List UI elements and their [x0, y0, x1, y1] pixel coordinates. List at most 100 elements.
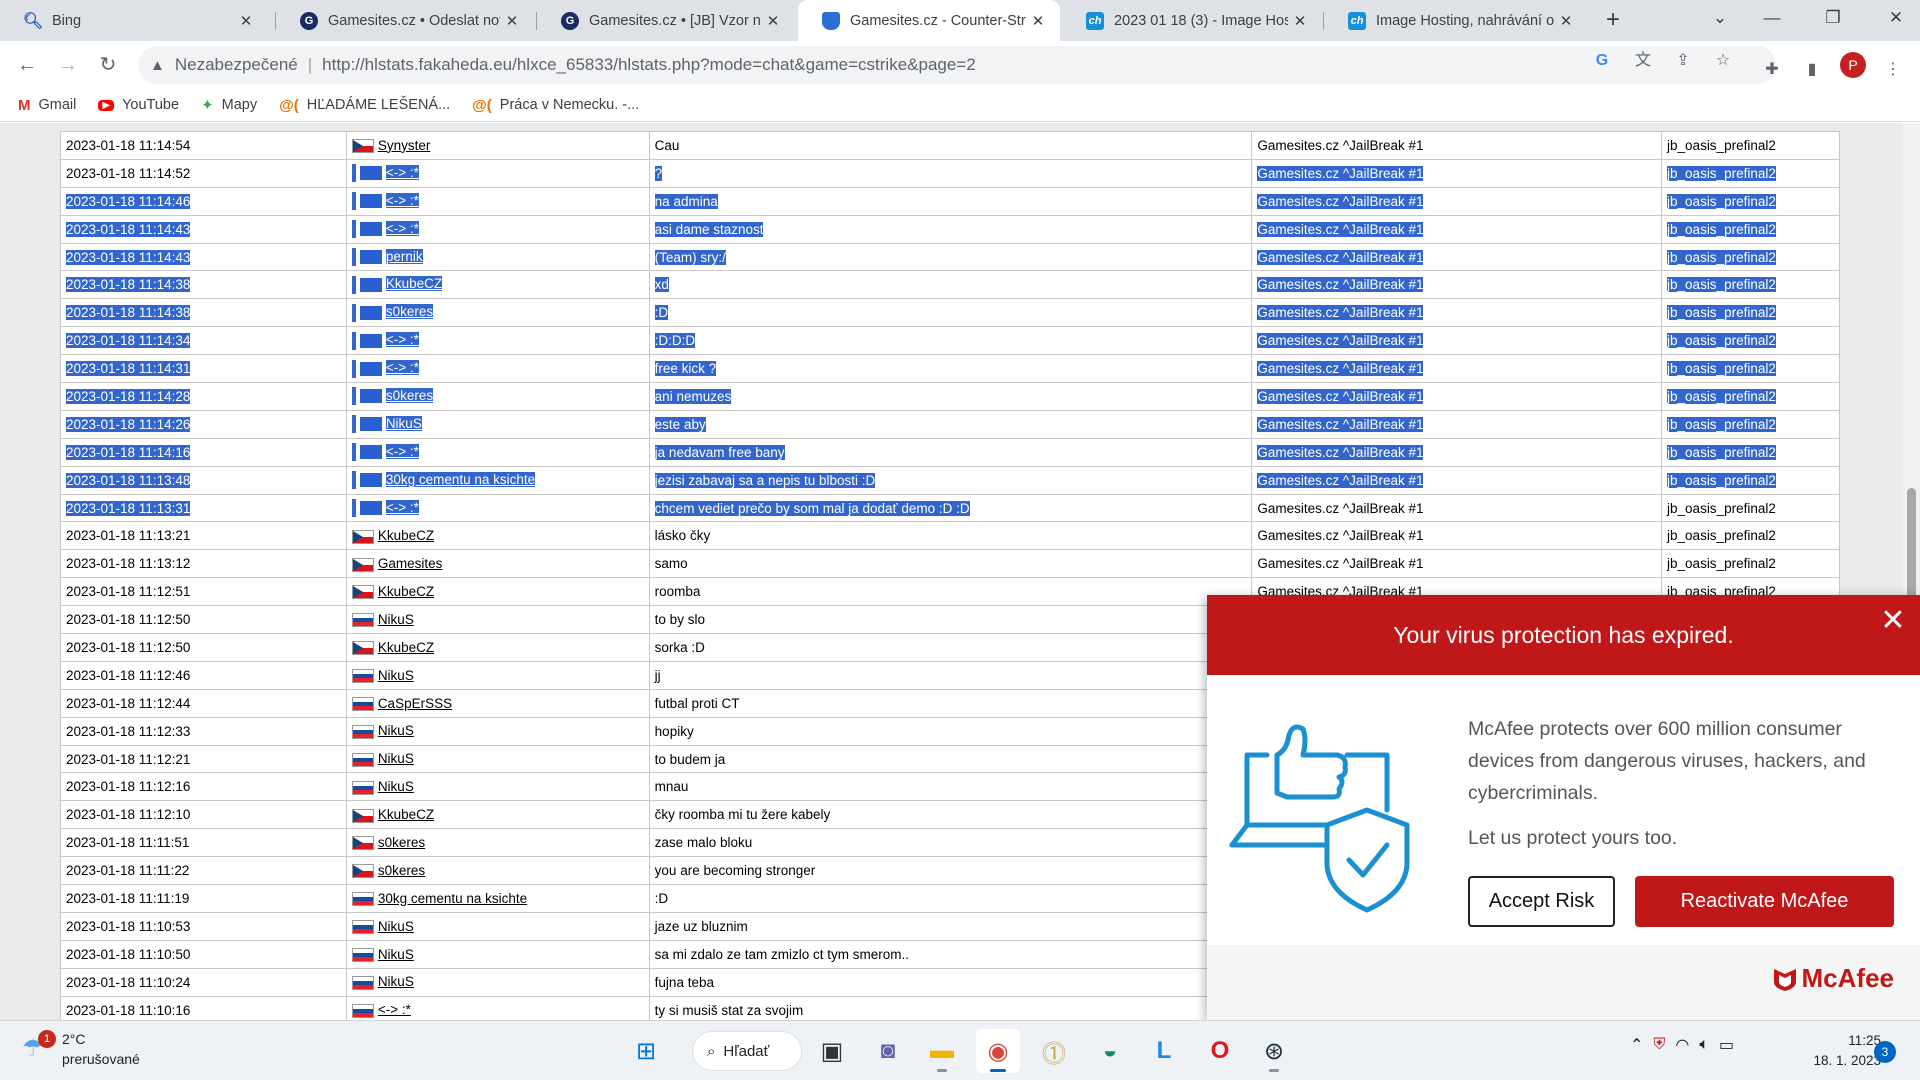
- translate-icon[interactable]: 文: [1632, 50, 1654, 72]
- address-bar[interactable]: ▲ Nezabezpečené | http://hlstats.fakahed…: [138, 46, 1776, 84]
- player-name-link[interactable]: NikuS: [378, 612, 414, 627]
- league-icon[interactable]: ⓵: [1032, 1029, 1076, 1073]
- player-name-link[interactable]: NikuS: [378, 723, 414, 738]
- player-name-link[interactable]: NikuS: [378, 668, 414, 683]
- tab-gamesites-vzor[interactable]: G Gamesites.cz • [JB] Vzor na ✕: [537, 0, 795, 41]
- steam-icon[interactable]: ⊛: [1252, 1029, 1296, 1073]
- taskbar-search[interactable]: ⌕ Hľadať: [692, 1031, 802, 1071]
- side-panel-icon[interactable]: ▮: [1801, 59, 1823, 81]
- player-name-link[interactable]: NikuS: [378, 751, 414, 766]
- player-name-link[interactable]: KkubeCZ: [378, 640, 434, 655]
- chat-message-cell: samo: [648, 549, 1253, 579]
- player-name-link[interactable]: Gamesites: [378, 556, 443, 571]
- tab-gamesites-odeslat[interactable]: G Gamesites.cz • Odeslat nov ✕: [276, 0, 534, 41]
- player-name-link[interactable]: <-> :*: [385, 499, 419, 515]
- close-icon[interactable]: ✕: [1288, 12, 1312, 30]
- url-text[interactable]: http://hlstats.fakaheda.eu/hlxce_65833/h…: [322, 55, 976, 75]
- edge-icon[interactable]: ◒: [1088, 1029, 1132, 1073]
- close-icon[interactable]: ✕: [1878, 603, 1908, 638]
- chat-message: mnau: [654, 779, 689, 795]
- chat-time-cell: 2023-01-18 11:10:53: [60, 911, 347, 941]
- player-name-link[interactable]: 30kg cementu na ksichte: [385, 471, 536, 487]
- tab-search-chevron-icon[interactable]: ⌄: [1697, 0, 1743, 36]
- close-icon[interactable]: ✕: [1554, 12, 1578, 30]
- reload-button[interactable]: ↻: [91, 48, 125, 82]
- player-name-link[interactable]: NikuS: [378, 974, 414, 989]
- task-view-icon[interactable]: ▣: [810, 1029, 854, 1073]
- tab-image-hosting[interactable]: ch Image Hosting, nahrávání o ✕: [1324, 0, 1588, 41]
- player-name-link[interactable]: KkubeCZ: [378, 584, 434, 599]
- close-icon[interactable]: ✕: [761, 12, 785, 30]
- player-name-link[interactable]: s0keres: [385, 388, 434, 404]
- warning-icon[interactable]: ▲: [150, 57, 165, 74]
- player-name-link[interactable]: s0keres: [385, 304, 434, 320]
- player-name-link[interactable]: CaSpErSSS: [378, 696, 452, 711]
- tab-image-hosting-2023[interactable]: ch 2023 01 18 (3) - Image Hos ✕: [1062, 0, 1322, 41]
- weather-widget[interactable]: ☂ 1 2°C prerušované: [22, 1029, 140, 1069]
- mcafee-tray-icon[interactable]: ⛨: [1653, 1036, 1665, 1054]
- restore-button[interactable]: ❐: [1810, 0, 1856, 36]
- bookmark-gmail[interactable]: M Gmail: [18, 97, 76, 114]
- player-name-link[interactable]: KkubeCZ: [385, 276, 443, 292]
- player-name-link[interactable]: <-> :*: [385, 443, 419, 459]
- profile-avatar[interactable]: P: [1840, 52, 1866, 78]
- bookmark-youtube[interactable]: ▶ YouTube: [98, 97, 179, 113]
- l-app-icon[interactable]: L: [1142, 1029, 1186, 1073]
- chat-map: jb_oasis_prefinal2: [1667, 500, 1776, 516]
- player-name-link[interactable]: NikuS: [378, 779, 414, 794]
- extensions-icon[interactable]: ✚: [1761, 59, 1783, 81]
- player-name-link[interactable]: NikuS: [378, 919, 414, 934]
- player-name-link[interactable]: <-> :*: [385, 360, 419, 376]
- player-name-link[interactable]: KkubeCZ: [378, 807, 434, 822]
- chrome-icon[interactable]: ◉: [976, 1029, 1020, 1073]
- teams-chat-icon[interactable]: ◙: [866, 1029, 910, 1073]
- player-name-link[interactable]: NikuS: [378, 947, 414, 962]
- player-name-link[interactable]: s0keres: [378, 863, 425, 878]
- back-button[interactable]: ←: [10, 48, 44, 82]
- tab-bing[interactable]: 🔍︎ Bing ✕: [0, 0, 268, 41]
- clock[interactable]: 11:25 18. 1. 2023: [1795, 1031, 1881, 1071]
- window-close-button[interactable]: ✕: [1873, 0, 1919, 36]
- player-name-link[interactable]: <-> :*: [385, 192, 419, 208]
- player-name-link[interactable]: 30kg cementu na ksichte: [378, 891, 527, 906]
- close-icon[interactable]: ✕: [500, 12, 524, 30]
- menu-icon[interactable]: ⋮: [1882, 59, 1904, 81]
- forward-button[interactable]: →: [51, 48, 85, 82]
- player-name-link[interactable]: NikuS: [385, 415, 422, 431]
- chat-map-cell: jb_oasis_prefinal2: [1661, 382, 1840, 411]
- chevron-up-icon[interactable]: ⌃: [1630, 1035, 1643, 1055]
- security-label[interactable]: Nezabezpečené: [175, 55, 298, 75]
- google-icon[interactable]: G: [1591, 50, 1613, 72]
- bookmark-hladame[interactable]: @(HĽADÁME LEŠENÁ...: [279, 97, 450, 114]
- notification-badge[interactable]: 3: [1874, 1041, 1896, 1063]
- reactivate-mcafee-button[interactable]: Reactivate McAfee: [1635, 876, 1894, 927]
- chat-time-cell: 2023-01-18 11:13:48: [60, 465, 347, 495]
- player-name-link[interactable]: <-> :*: [378, 1002, 411, 1017]
- close-icon[interactable]: ✕: [234, 12, 258, 30]
- opera-icon[interactable]: O: [1198, 1029, 1242, 1073]
- chat-time-cell: 2023-01-18 11:14:54: [60, 131, 347, 160]
- bookmark-praca[interactable]: @(Práca v Nemecku. -...: [472, 97, 639, 114]
- bookmark-mapy[interactable]: ✦ Mapy: [201, 96, 257, 114]
- accept-risk-button[interactable]: Accept Risk: [1468, 876, 1615, 927]
- player-name-link[interactable]: <-> :*: [385, 164, 419, 180]
- player-name-link[interactable]: KkubeCZ: [378, 528, 434, 543]
- player-name-link[interactable]: <-> :*: [385, 332, 419, 348]
- close-icon[interactable]: ✕: [1026, 12, 1050, 30]
- volume-icon[interactable]: 🔈︎: [1699, 1036, 1709, 1054]
- start-button[interactable]: ⊞: [624, 1029, 668, 1073]
- file-explorer-icon[interactable]: ▬: [920, 1029, 964, 1073]
- player-name-link[interactable]: <-> :*: [385, 220, 419, 236]
- chat-time: 2023-01-18 11:14:34: [66, 333, 191, 349]
- share-icon[interactable]: ⇪: [1672, 50, 1694, 72]
- bookmark-star-icon[interactable]: ☆: [1712, 50, 1734, 72]
- minimize-button[interactable]: —: [1749, 0, 1795, 36]
- player-name-link[interactable]: s0keres: [378, 835, 425, 850]
- tab-gamesites-counter-strike[interactable]: Gamesites.cz - Counter-Stri ✕: [798, 0, 1060, 41]
- battery-icon[interactable]: ▭: [1719, 1035, 1734, 1055]
- wifi-icon[interactable]: ◠: [1675, 1035, 1689, 1055]
- player-name-link[interactable]: Synyster: [378, 138, 431, 153]
- player-name-wrap: NikuS: [351, 919, 414, 935]
- player-name-link[interactable]: pernik: [385, 248, 423, 264]
- new-tab-button[interactable]: +: [1598, 6, 1628, 36]
